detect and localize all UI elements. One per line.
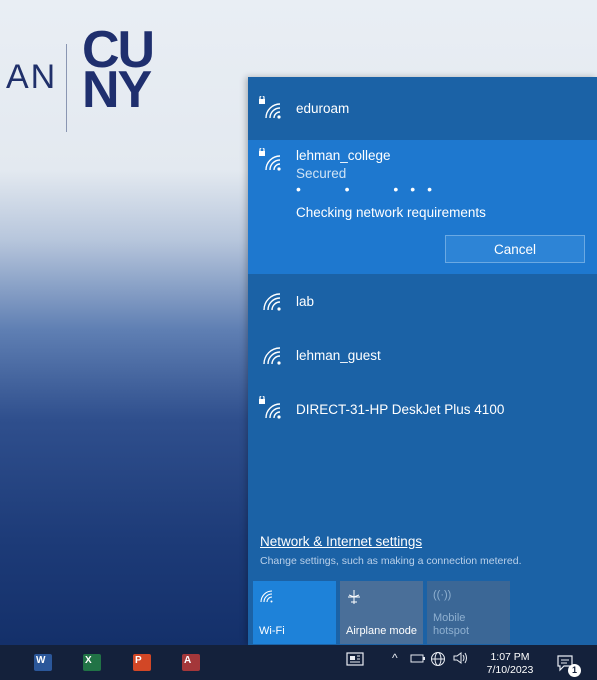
word-taskbar-icon[interactable]: W <box>34 654 52 671</box>
clock-date: 7/10/2023 <box>486 664 534 676</box>
network-item-eduroam[interactable]: eduroam <box>248 77 597 140</box>
wifi-secured-icon <box>258 146 286 174</box>
taskbar: W X P A ^ 1:07 PM 7/10/2023 1 <box>0 645 597 680</box>
network-settings-description: Change settings, such as making a connec… <box>260 555 522 567</box>
wifi-toggle-tile[interactable]: Wi-Fi <box>253 581 336 644</box>
news-widget-icon[interactable] <box>346 651 364 670</box>
network-name: lab <box>296 293 315 309</box>
connection-progress-text: Checking network requirements <box>296 205 486 220</box>
mobile-hotspot-tile[interactable]: ((·)) Mobile hotspot <box>427 581 510 644</box>
progress-dots: • • ••• <box>296 181 445 197</box>
wifi-secured-icon <box>258 94 286 122</box>
logo-line-2: NY <box>82 61 152 119</box>
wifi-icon <box>258 288 286 314</box>
network-item-lehman-college[interactable]: lehman_college Secured • • ••• Checking … <box>248 140 597 274</box>
battery-icon[interactable] <box>410 651 426 668</box>
network-item-direct-hp-deskjet[interactable]: DIRECT-31-HP DeskJet Plus 4100 <box>248 382 597 436</box>
tile-label: Airplane mode <box>346 625 417 637</box>
network-settings-link[interactable]: Network & Internet settings <box>260 534 422 549</box>
network-globe-icon[interactable] <box>430 651 446 670</box>
network-flyout: eduroam lehman_college Secured • • ••• C… <box>248 77 597 645</box>
app-letter: W <box>36 655 46 666</box>
chevron-up-icon[interactable]: ^ <box>392 651 398 665</box>
cancel-button[interactable]: Cancel <box>445 235 585 263</box>
tile-label-line-2: hotspot <box>433 625 470 637</box>
network-name: lehman_college <box>296 148 391 163</box>
system-clock[interactable]: 1:07 PM 7/10/2023 <box>480 651 540 677</box>
powerpoint-taskbar-icon[interactable]: P <box>133 654 151 671</box>
cuny-logo: CU NY <box>82 24 182 119</box>
logo-divider <box>66 44 67 132</box>
airplane-mode-tile[interactable]: Airplane mode <box>340 581 423 644</box>
wifi-secured-icon <box>258 394 286 422</box>
notification-count-badge: 1 <box>568 664 581 677</box>
volume-icon[interactable] <box>452 651 468 668</box>
network-item-lehman-guest[interactable]: lehman_guest <box>248 328 597 382</box>
wifi-icon <box>258 342 286 368</box>
quick-action-tiles: Wi-Fi Airplane mode ((·)) Mobile hotspot <box>253 581 510 644</box>
logo-partial-text: AN <box>6 58 58 96</box>
tile-label-line-1: Mobile <box>433 612 466 624</box>
network-item-lab[interactable]: lab <box>248 274 597 328</box>
network-status: Secured <box>296 166 347 181</box>
wifi-icon <box>259 589 275 606</box>
access-taskbar-icon[interactable]: A <box>182 654 200 671</box>
network-name: lehman_guest <box>296 347 381 363</box>
clock-time: 1:07 PM <box>490 651 530 663</box>
app-letter: X <box>85 655 92 666</box>
network-name: DIRECT-31-HP DeskJet Plus 4100 <box>296 401 505 417</box>
hotspot-icon: ((·)) <box>433 589 452 601</box>
tile-label: Wi-Fi <box>259 625 285 637</box>
airplane-icon <box>346 589 362 608</box>
app-letter: A <box>184 655 192 666</box>
tile-label: Mobile hotspot <box>433 612 469 638</box>
app-letter: P <box>135 655 142 666</box>
excel-taskbar-icon[interactable]: X <box>83 654 101 671</box>
network-name: eduroam <box>296 101 350 116</box>
